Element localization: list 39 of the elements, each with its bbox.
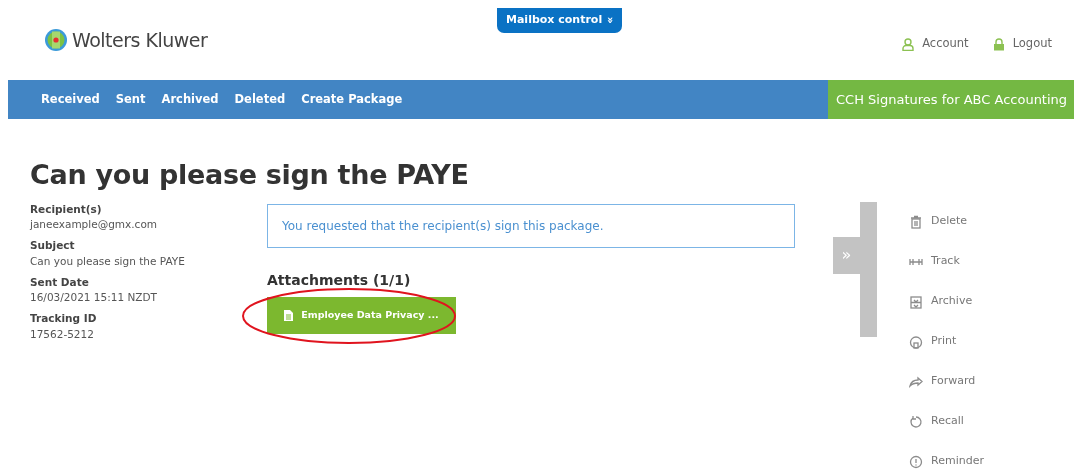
user-link[interactable]: Logout — [992, 35, 1052, 53]
arrow-icon — [909, 374, 923, 389]
logo-text: Wolters Kluwer — [72, 27, 208, 53]
page-title: Can you please sign the PAYE — [30, 158, 470, 192]
detail-value: janeexample@gmx.com — [30, 217, 159, 233]
action-link[interactable]: Forward — [909, 361, 976, 402]
action-link[interactable]: Print — [909, 321, 957, 362]
attachments-heading: Attachments (1/1) — [267, 270, 412, 290]
document-icon — [284, 309, 294, 321]
padlock-icon — [992, 37, 1005, 51]
detail-value: Can you please sign the PAYE — [30, 253, 186, 269]
nav-link[interactable]: Deleted — [226, 90, 294, 109]
nav-link[interactable]: Received — [33, 90, 108, 109]
printer-icon — [909, 334, 923, 349]
info-circle-icon — [909, 454, 923, 469]
nav-link[interactable]: Archived — [153, 90, 227, 109]
nav-link[interactable]: Create Package — [293, 90, 411, 109]
user-link[interactable]: Account — [902, 35, 969, 53]
app-title-banner: CCH Signatures for ABC Accounting — [828, 80, 1074, 119]
action-link[interactable]: Delete — [909, 201, 968, 242]
detail-label: Tracking ID — [30, 311, 98, 326]
trash-icon — [909, 214, 923, 229]
action-link[interactable]: Archive — [909, 281, 973, 322]
mailbox-control-tab[interactable]: Mailbox control » — [497, 8, 623, 33]
detail-value: 16/03/2021 15:11 NZDT — [30, 290, 158, 306]
person-icon — [902, 37, 915, 51]
action-link[interactable]: Reminder — [909, 441, 984, 474]
globe-logo-icon — [44, 28, 68, 52]
notice-box: You requested that the recipient(s) sign this package. — [267, 203, 795, 248]
detail-value: 17562-5212 — [30, 326, 95, 342]
circular-arrow-icon — [909, 414, 923, 429]
attachment-button[interactable]: Employee Data Privacy ... — [267, 296, 456, 334]
archive-box-icon — [909, 294, 923, 309]
detail-label: Sent Date — [30, 274, 90, 290]
action-link[interactable]: Track — [909, 241, 960, 282]
detail-label: Recipient(s) — [30, 201, 103, 217]
detail-label: Subject — [30, 238, 76, 253]
action-link[interactable]: Recall — [909, 401, 964, 442]
nav-link[interactable]: Sent — [107, 90, 154, 109]
